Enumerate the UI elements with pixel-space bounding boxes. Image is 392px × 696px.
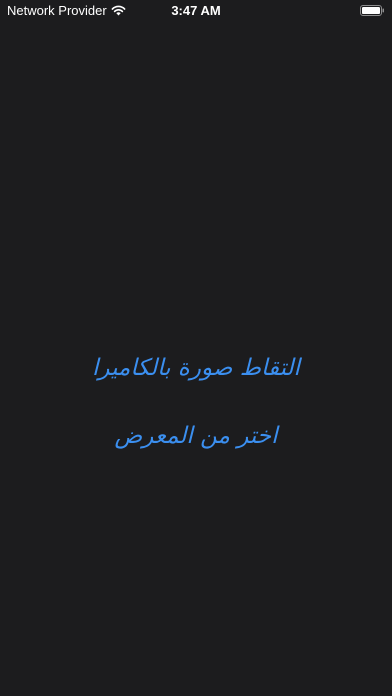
status-time: 3:47 AM xyxy=(171,3,221,18)
choose-from-gallery-button[interactable]: اختر من المعرض xyxy=(105,414,288,458)
status-bar: Network Provider 3:47 AM xyxy=(0,0,392,22)
take-photo-camera-button[interactable]: التقاط صورة بالكاميرا xyxy=(82,346,310,390)
photo-source-actions: التقاط صورة بالكاميرا اختر من المعرض xyxy=(0,346,392,458)
app-screen: Network Provider 3:47 AM التقاط صورة بال… xyxy=(0,0,392,696)
battery-icon xyxy=(360,5,384,16)
